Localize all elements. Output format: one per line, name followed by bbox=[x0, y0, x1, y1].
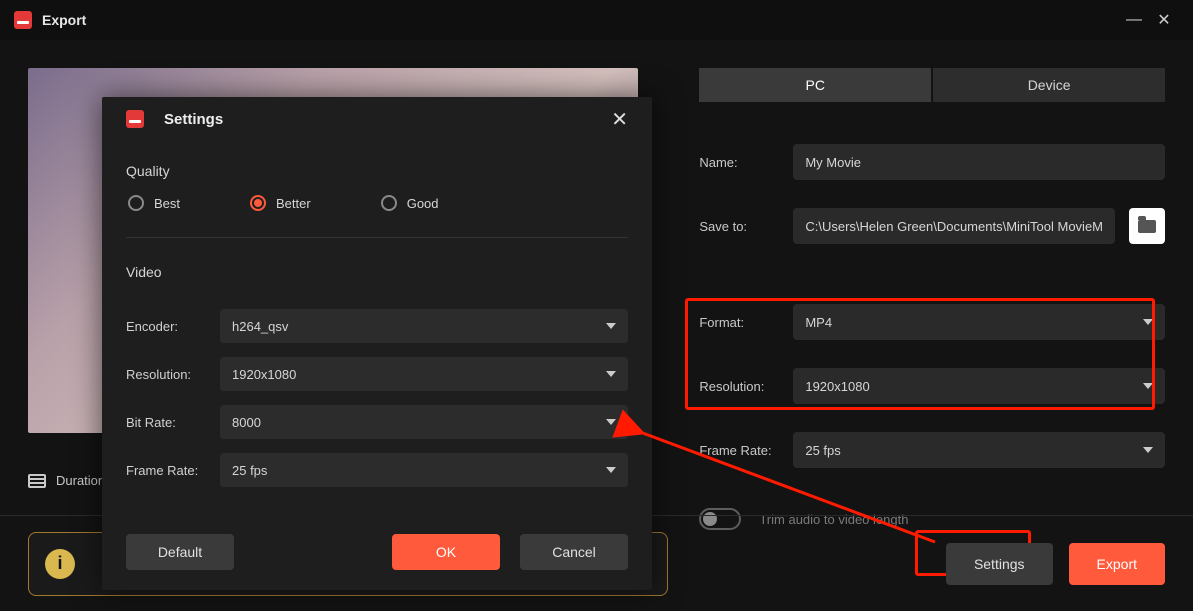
chevron-down-icon bbox=[606, 371, 616, 377]
app-icon bbox=[14, 11, 32, 29]
radio-icon bbox=[250, 195, 266, 211]
modal-title: Settings bbox=[164, 111, 223, 128]
quality-radio-better[interactable]: Better bbox=[250, 195, 311, 211]
encoder-label: Encoder: bbox=[126, 319, 220, 334]
quality-radio-good[interactable]: Good bbox=[381, 195, 439, 211]
modal-resolution-select[interactable]: 1920x1080 bbox=[220, 357, 628, 391]
chevron-down-icon bbox=[1143, 447, 1153, 453]
resolution-select[interactable]: 1920x1080 bbox=[793, 368, 1165, 404]
ok-button[interactable]: OK bbox=[392, 534, 500, 570]
resolution-label: Resolution: bbox=[699, 379, 779, 394]
duration-label: Duration bbox=[56, 473, 105, 488]
quality-radio-best[interactable]: Best bbox=[128, 195, 180, 211]
modal-framerate-select[interactable]: 25 fps bbox=[220, 453, 628, 487]
chevron-down-icon bbox=[606, 323, 616, 329]
divider bbox=[126, 237, 628, 238]
folder-icon bbox=[1138, 220, 1156, 233]
name-input[interactable]: My Movie bbox=[793, 144, 1165, 180]
encoder-select[interactable]: h264_qsv bbox=[220, 309, 628, 343]
modal-resolution-label: Resolution: bbox=[126, 367, 220, 382]
settings-modal: Settings ✕ Quality Best Better Good Vide… bbox=[102, 97, 652, 590]
browse-folder-button[interactable] bbox=[1129, 208, 1165, 244]
window-title: Export bbox=[42, 12, 86, 28]
chevron-down-icon bbox=[1143, 383, 1153, 389]
video-heading: Video bbox=[126, 264, 628, 280]
settings-button[interactable]: Settings bbox=[946, 543, 1053, 585]
close-window-button[interactable]: ✕ bbox=[1149, 10, 1179, 30]
chevron-down-icon bbox=[606, 419, 616, 425]
framerate-label: Frame Rate: bbox=[699, 443, 779, 458]
tab-device[interactable]: Device bbox=[933, 68, 1165, 102]
tab-pc[interactable]: PC bbox=[699, 68, 931, 102]
close-modal-button[interactable]: ✕ bbox=[611, 107, 628, 132]
chevron-down-icon bbox=[1143, 319, 1153, 325]
quality-heading: Quality bbox=[126, 163, 628, 179]
radio-icon bbox=[128, 195, 144, 211]
saveto-input[interactable]: C:\Users\Helen Green\Documents\MiniTool … bbox=[793, 208, 1115, 244]
default-button[interactable]: Default bbox=[126, 534, 234, 570]
export-button[interactable]: Export bbox=[1069, 543, 1165, 585]
app-icon bbox=[126, 110, 144, 128]
duration-row: Duration bbox=[28, 473, 105, 488]
bitrate-select[interactable]: 8000 bbox=[220, 405, 628, 439]
name-label: Name: bbox=[699, 155, 779, 170]
info-icon: i bbox=[45, 549, 75, 579]
framerate-select[interactable]: 25 fps bbox=[793, 432, 1165, 468]
radio-icon bbox=[381, 195, 397, 211]
cancel-button[interactable]: Cancel bbox=[520, 534, 628, 570]
format-select[interactable]: MP4 bbox=[793, 304, 1165, 340]
format-label: Format: bbox=[699, 315, 779, 330]
saveto-label: Save to: bbox=[699, 219, 779, 234]
film-icon bbox=[28, 474, 46, 488]
modal-framerate-label: Frame Rate: bbox=[126, 463, 220, 478]
minimize-button[interactable]: — bbox=[1119, 11, 1149, 29]
bitrate-label: Bit Rate: bbox=[126, 415, 220, 430]
titlebar: Export — ✕ bbox=[0, 0, 1193, 40]
chevron-down-icon bbox=[606, 467, 616, 473]
